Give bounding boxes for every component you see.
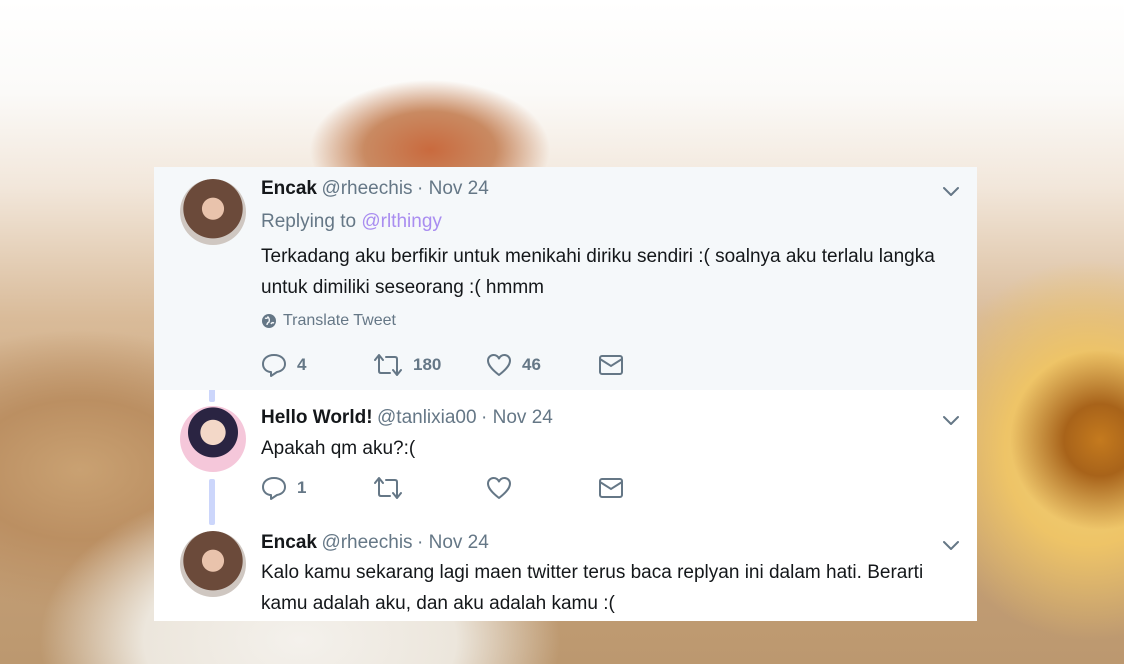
tweet-actions: 1	[261, 476, 624, 500]
like-button[interactable]: 46	[486, 353, 598, 377]
direct-message-button[interactable]	[598, 354, 624, 376]
tweet-text: Kalo kamu sekarang lagi maen twitter ter…	[261, 562, 924, 614]
avatar[interactable]	[180, 406, 246, 472]
like-button[interactable]	[486, 476, 598, 500]
author-name[interactable]: Encak	[261, 532, 317, 553]
reply-count: 1	[297, 478, 307, 497]
direct-message-button[interactable]	[598, 477, 624, 499]
chevron-down-icon[interactable]	[943, 537, 959, 553]
retweet-count: 180	[413, 355, 442, 374]
author-name[interactable]: Hello World!	[261, 407, 373, 428]
translate-label[interactable]: Translate Tweet	[283, 312, 396, 330]
reply-button[interactable]: 4	[261, 353, 373, 377]
avatar[interactable]	[180, 531, 246, 597]
tweet-header: Hello World! @tanlixia00 · Nov 24	[261, 407, 553, 429]
retweet-button[interactable]	[373, 476, 486, 500]
replying-to-label: Replying to	[261, 211, 357, 232]
retweet-icon	[374, 354, 402, 376]
tweet-date[interactable]: · Nov 24	[417, 178, 489, 199]
author-handle[interactable]: @rheechis	[321, 178, 412, 199]
envelope-icon	[599, 478, 623, 498]
reply-button[interactable]: 1	[261, 476, 373, 500]
heart-icon	[487, 477, 511, 499]
envelope-icon	[599, 355, 623, 375]
tweet-3[interactable]: Encak @rheechis · Nov 24 Kalo kamu sekar…	[154, 515, 977, 621]
translate-tweet[interactable]: Translate Tweet	[261, 312, 396, 330]
author-handle[interactable]: @rheechis	[321, 532, 412, 553]
author-handle[interactable]: @tanlixia00	[377, 407, 477, 428]
tweet-date[interactable]: · Nov 24	[481, 407, 553, 428]
chevron-down-icon[interactable]	[943, 412, 959, 428]
tweet-header: Encak @rheechis · Nov 24	[261, 178, 489, 200]
tweet-header: Encak @rheechis · Nov 24	[261, 532, 489, 554]
retweet-icon	[374, 477, 402, 499]
heart-icon	[487, 354, 511, 376]
tweet-text: Terkadang aku berfikir untuk menikahi di…	[261, 246, 935, 298]
reply-icon	[262, 354, 286, 377]
author-name[interactable]: Encak	[261, 178, 317, 199]
replying-to: Replying to @rlthingy	[261, 211, 442, 233]
globe-icon	[262, 314, 276, 328]
tweet-actions: 4 180 46	[261, 353, 624, 377]
tweet-2[interactable]: Hello World! @tanlixia00 · Nov 24 Apakah…	[154, 390, 977, 515]
replying-to-link[interactable]: @rlthingy	[361, 211, 442, 232]
tweet-1[interactable]: Encak @rheechis · Nov 24 Replying to @rl…	[154, 167, 977, 390]
avatar[interactable]	[180, 179, 246, 245]
like-count: 46	[522, 355, 541, 374]
retweet-button[interactable]: 180	[373, 353, 486, 377]
tweet-text: Apakah qm aku?:(	[261, 438, 416, 459]
tweet-thread-card: Encak @rheechis · Nov 24 Replying to @rl…	[154, 167, 977, 621]
tweet-date[interactable]: · Nov 24	[417, 532, 489, 553]
reply-count: 4	[297, 355, 307, 374]
reply-icon	[262, 477, 286, 500]
chevron-down-icon[interactable]	[943, 183, 959, 199]
